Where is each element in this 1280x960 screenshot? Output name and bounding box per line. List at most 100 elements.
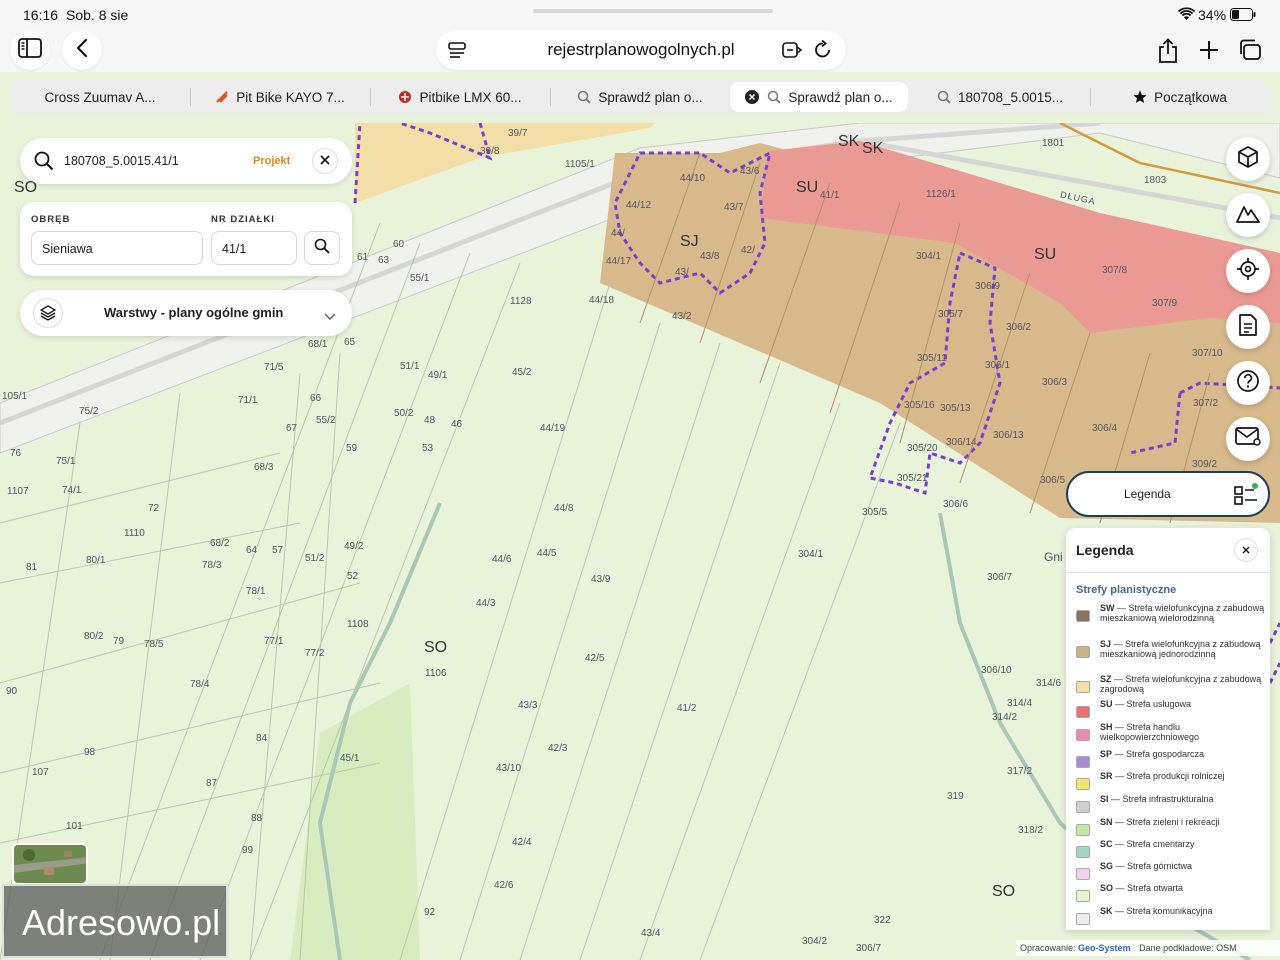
parcel-number-field[interactable]: 41/1 [211, 231, 297, 265]
tab-label: Cross Zuumav A... [44, 89, 156, 105]
parcel-number-label: 90 [6, 686, 18, 697]
tab-label: Sprawdź plan o... [788, 89, 893, 105]
legend-item-label: — Strefa produkcji rolniczej [1112, 771, 1225, 781]
legend-button-label: Legenda [1124, 487, 1171, 501]
legend-item-label: — Strefa zieleni i rekreacji [1112, 817, 1220, 827]
translate-icon[interactable] [782, 42, 803, 63]
parcel-number-label: 314/6 [1036, 678, 1062, 689]
parcel-number-label: 307/8 [1102, 265, 1128, 276]
parcel-number-label: 43/2 [672, 311, 692, 322]
parcel-number-label: 43/3 [518, 700, 538, 711]
tab-label: Sprawdź plan o... [598, 89, 703, 105]
legend-item-code: SO [1100, 883, 1114, 893]
parcel-number-label: 68/1 [308, 339, 328, 350]
legend-swatch [1076, 890, 1090, 902]
layers-label: Warstwy - plany ogólne gmin [104, 305, 284, 320]
parcel-number-label: 67 [286, 423, 298, 434]
parcel-number-label: 305/11 [917, 353, 947, 364]
close-tab-icon[interactable] [745, 90, 760, 104]
parcel-number-label: 1107 [7, 486, 29, 497]
parcel-number-label: 322 [874, 915, 891, 926]
parcel-number-label: 306/7 [987, 572, 1013, 583]
parcel-number-label: 317/2 [1007, 766, 1033, 777]
close-icon [320, 152, 330, 170]
parcel-number-label: 101 [66, 821, 83, 832]
locate-me-button[interactable] [1226, 249, 1270, 293]
tab-item[interactable]: Pit Bike KAYO 7... [190, 80, 370, 114]
legend-toggle-button[interactable]: Legenda [1066, 471, 1270, 517]
zone-label: SK [838, 133, 860, 150]
basemap-switch-thumbnail[interactable] [12, 843, 88, 885]
layers-dropdown[interactable]: Warstwy - plany ogólne gmin [20, 290, 352, 336]
parcel-number-label: 307/9 [1152, 298, 1178, 309]
parcel-number-label: 305/20 [907, 443, 938, 454]
document-icon [1238, 313, 1258, 342]
parcel-number-label: 55/2 [316, 415, 336, 426]
tab-item[interactable]: Sprawdź plan o... [550, 80, 730, 114]
mountain-icon [1236, 202, 1260, 229]
legend-item-text: SN — Strefa zieleni i rekreacji [1100, 817, 1266, 828]
parcel-number-label: 44/6 [492, 554, 512, 565]
parcel-number-label: 44/3 [476, 598, 496, 609]
parcel-number-label: 44/5 [537, 548, 557, 559]
obreb-field[interactable]: Sieniawa [31, 231, 203, 265]
parcel-number-label: 105/1 [2, 391, 28, 402]
legend-item-label: — Strefa komunikacyjna [1112, 906, 1213, 916]
status-bar: 16:16 Sob. 8 sie 34% [0, 0, 1280, 30]
parcel-number-label: 42/3 [548, 743, 568, 754]
legend-swatch [1076, 846, 1090, 858]
legend-item-text: SR — Strefa produkcji rolniczej [1100, 771, 1266, 782]
parcel-number-label: 48 [424, 415, 436, 426]
parcel-number-label: 49/2 [344, 541, 364, 552]
3d-view-button[interactable] [1226, 137, 1270, 181]
reload-icon[interactable] [814, 39, 832, 64]
attribution-link[interactable]: Geo-System [1078, 943, 1131, 953]
parcel-number-label: NR DZIAŁKI [211, 214, 275, 225]
parcel-search-button[interactable] [304, 231, 340, 265]
multitasking-indicator[interactable] [533, 9, 773, 13]
crosshair-icon [1236, 257, 1260, 286]
browser-toolbar: rejestrplanowogolnych.pl [0, 30, 1280, 72]
document-button[interactable] [1226, 305, 1270, 349]
tab-label: Pitbike LMX 60... [419, 89, 522, 105]
close-legend-button[interactable] [1234, 538, 1258, 562]
parcel-number-label: 45/1 [340, 753, 360, 764]
legend-item-text: SH — Strefa handlu wielkopowierzchnioweg… [1100, 722, 1266, 742]
tab-item[interactable]: 180708_5.0015... [910, 80, 1090, 114]
close-icon [1242, 541, 1250, 559]
legend-item-text: SJ — Strefa wielofunkcyjna z zabudową mi… [1100, 639, 1266, 659]
tab-item[interactable]: Początkowa [1090, 80, 1270, 114]
tab-item[interactable]: Cross Zuumav A... [10, 80, 190, 114]
parcel-number-label: 53 [422, 443, 434, 454]
parcel-number-label: 305/16 [904, 400, 935, 411]
help-button[interactable] [1226, 361, 1270, 405]
legend-swatch [1076, 681, 1090, 693]
contact-button[interactable] [1226, 417, 1270, 461]
search-bar[interactable]: 180708_5.0015.41/1 Projekt [20, 138, 352, 184]
terrain-button[interactable] [1226, 193, 1270, 237]
search-input[interactable]: 180708_5.0015.41/1 [64, 154, 179, 168]
parcel-number-label: 92 [424, 907, 436, 918]
tab-strip: Cross Zuumav A... Pit Bike KAYO 7... Pit… [10, 80, 1270, 114]
legend-item-text: SP — Strefa gospodarcza [1100, 749, 1266, 760]
address-bar[interactable]: rejestrplanowogolnych.pl [436, 30, 846, 70]
back-button[interactable] [62, 30, 102, 70]
parcel-number-label: 44/ [611, 228, 625, 239]
tab-item-active[interactable]: Sprawdź plan o... [730, 82, 908, 112]
status-time: 16:16 [23, 7, 59, 23]
legend-item-code: SZ [1100, 674, 1112, 684]
legend-item-label: — Strefa cmentarzy [1112, 839, 1195, 849]
share-icon[interactable] [1157, 38, 1179, 69]
new-tab-icon[interactable] [1199, 40, 1219, 65]
tab-item[interactable]: Pitbike LMX 60... [370, 80, 550, 114]
sidebar-toggle-button[interactable] [10, 30, 50, 70]
parcel-number-label: 43/4 [641, 928, 661, 939]
parcel-number-label: 304/1 [798, 549, 824, 560]
project-badge: Projekt [253, 155, 291, 167]
clear-search-button[interactable] [312, 148, 338, 174]
cube-icon [1236, 145, 1260, 174]
star-icon [1133, 90, 1147, 104]
parcel-number-label: 44/17 [606, 256, 632, 267]
tab-overview-icon[interactable] [1238, 39, 1262, 66]
parcel-number-label: 78/3 [202, 560, 222, 571]
